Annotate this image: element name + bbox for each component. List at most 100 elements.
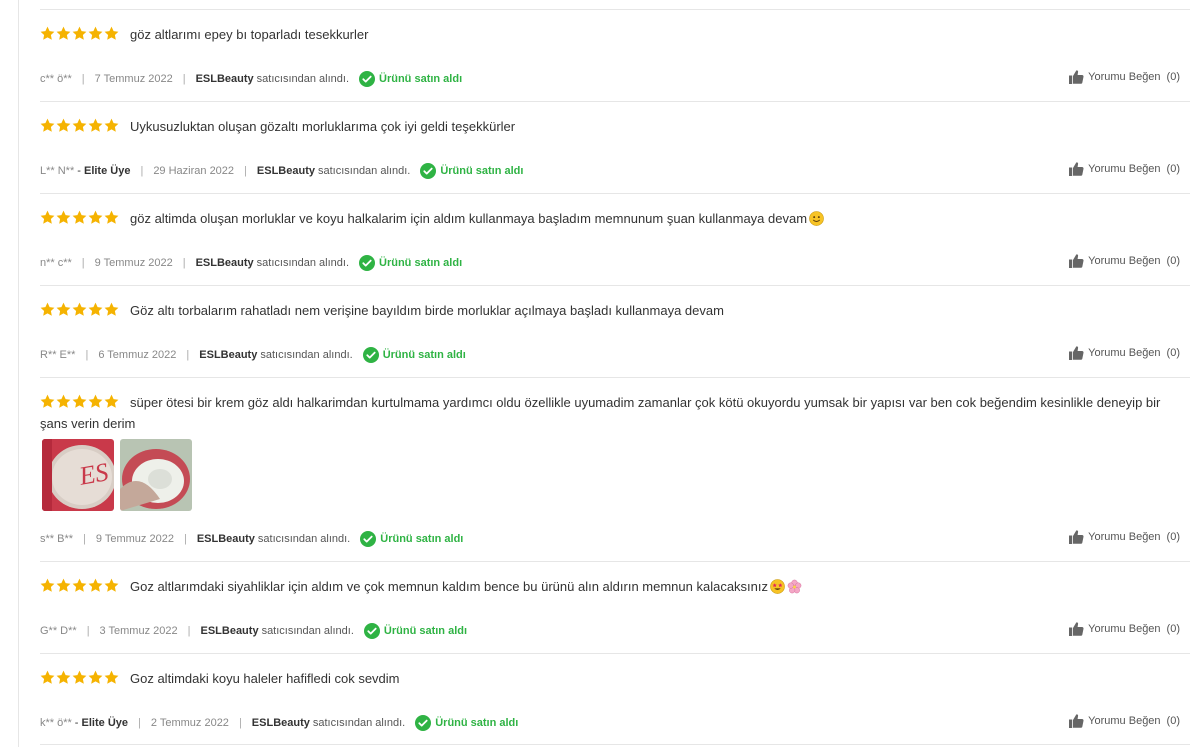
star-icon (40, 118, 55, 133)
verified-purchase-label: Ürünü satın aldı (380, 533, 464, 545)
like-review-button[interactable]: Yorumu Beğen (0) (1069, 162, 1180, 176)
star-icon (72, 578, 87, 593)
verified-purchase-badge: Ürünü satın aldı (362, 347, 466, 363)
like-review-label: Yorumu Beğen (1088, 71, 1161, 83)
verified-purchase-label: Ürünü satın aldı (383, 625, 468, 637)
seller-name[interactable]: ESLBeauty (196, 73, 254, 85)
star-icon (56, 210, 71, 225)
thumbs-up-icon (1069, 714, 1084, 728)
meta-separator: | (182, 257, 186, 269)
review-meta: R** E** | 6 Temmuz 2022 | ESLBeauty satıcısın… (40, 347, 466, 363)
review-comment-text: Uykusuzluktan oluşan gözaltı morluklarım… (130, 119, 516, 134)
review-comment-text: süper ötesi bir krem göz aldı halkarimda… (40, 395, 1161, 431)
rating-stars (40, 118, 119, 133)
seller-name[interactable]: ESLBeauty (252, 717, 310, 729)
seller-name[interactable]: ESLBeauty (200, 625, 258, 637)
like-count: (0) (1166, 531, 1180, 543)
star-icon (56, 118, 71, 133)
thumbs-up-icon (1069, 254, 1084, 268)
cherry-blossom-emoji (787, 579, 802, 594)
like-review-button[interactable]: Yorumu Beğen (0) (1069, 346, 1180, 360)
review-date: 29 Haziran 2022 (153, 165, 235, 177)
like-review-button[interactable]: Yorumu Beğen (0) (1069, 70, 1180, 84)
like-review-button[interactable]: Yorumu Beğen (0) (1069, 254, 1180, 268)
star-icon (40, 670, 55, 685)
review-date: 3 Temmuz 2022 (99, 625, 178, 637)
reviewer-name: R** E** (40, 349, 76, 361)
review-comment: süper ötesi bir krem göz aldı halkarimda… (40, 392, 1180, 434)
smiling-face-emoji (809, 211, 824, 226)
like-count: (0) (1166, 623, 1180, 635)
seller-name[interactable]: ESLBeauty (257, 165, 315, 177)
reviewer-name: s** B** (40, 533, 74, 545)
review-date: 6 Temmuz 2022 (98, 349, 177, 361)
meta-separator: | (140, 165, 144, 177)
review-comment: Goz altimdaki koyu haleler hafifledi cok… (130, 668, 1180, 689)
star-icon (104, 210, 119, 225)
review-item: Uykusuzluktan oluşan gözaltı morluklarım… (40, 101, 1190, 193)
seller-suffix: satıcısından alındı. (317, 165, 411, 177)
meta-separator: | (238, 717, 242, 729)
thumbs-up-icon (1069, 70, 1084, 84)
like-review-button[interactable]: Yorumu Beğen (0) (1069, 714, 1180, 728)
seller-suffix: satıcısından alındı. (312, 717, 406, 729)
review-item: göz altimda oluşan morluklar ve koyu hal… (40, 193, 1190, 285)
reviewer-name: L** N** (40, 165, 75, 177)
star-icon (88, 670, 103, 685)
rating-stars (40, 578, 119, 593)
seller-suffix: satıcısından alındı. (256, 257, 350, 269)
check-circle-icon (359, 71, 376, 87)
review-comment-text: Göz altı torbalarım rahatladı nem verişi… (130, 303, 724, 318)
review-meta: s** B** | 9 Temmuz 2022 | ESLBeauty satıcısın… (40, 531, 463, 547)
meta-separator: | (182, 73, 186, 85)
star-icon (40, 578, 55, 593)
elite-member-badge: Elite Üye (77, 165, 130, 177)
seller-name[interactable]: ESLBeauty (196, 257, 254, 269)
thumbs-up-icon (1069, 530, 1084, 544)
check-circle-icon (415, 715, 432, 731)
star-icon (56, 578, 71, 593)
star-icon (72, 118, 87, 133)
thumbs-up-icon (1069, 162, 1084, 176)
meta-separator: | (86, 625, 90, 637)
verified-purchase-label: Ürünü satın aldı (440, 165, 524, 177)
star-icon (56, 26, 71, 41)
star-icon (104, 26, 119, 41)
meta-separator: | (183, 533, 187, 545)
review-item: Goz altlarımdaki siyahliklar için aldım … (40, 561, 1190, 653)
verified-purchase-badge: Ürünü satın aldı (420, 163, 523, 179)
reviewer-name: k** ö** (40, 717, 72, 729)
review-meta: c** ö** | 7 Temmuz 2022 | ESLBeauty satıcısın… (40, 71, 462, 87)
star-icon (56, 670, 71, 685)
like-review-label: Yorumu Beğen (1088, 623, 1161, 635)
meta-separator: | (244, 165, 247, 177)
review-date: 9 Temmuz 2022 (95, 533, 174, 545)
like-review-button[interactable]: Yorumu Beğen (0) (1069, 622, 1180, 636)
meta-separator: | (186, 349, 190, 361)
like-review-label: Yorumu Beğen (1088, 531, 1161, 543)
review-date: 9 Temmuz 2022 (94, 257, 173, 269)
verified-purchase-label: Ürünü satın aldı (382, 349, 466, 361)
like-review-label: Yorumu Beğen (1088, 163, 1161, 175)
product-jar-lid-photo[interactable]: ES (42, 439, 114, 511)
like-review-button[interactable]: Yorumu Beğen (0) (1069, 530, 1180, 544)
meta-separator: | (81, 73, 85, 85)
meta-separator: | (85, 349, 89, 361)
product-cream-photo[interactable] (120, 439, 192, 511)
seller-name[interactable]: ESLBeauty (197, 533, 255, 545)
star-icon (72, 302, 87, 317)
star-icon (104, 302, 119, 317)
check-circle-icon (363, 623, 380, 639)
review-photos: ES (42, 439, 192, 511)
elite-member-badge: Elite Üye (75, 717, 128, 729)
verified-purchase-badge: Ürünü satın aldı (415, 715, 518, 731)
like-review-label: Yorumu Beğen (1088, 347, 1161, 359)
star-icon (72, 26, 87, 41)
star-icon (104, 118, 119, 133)
like-count: (0) (1166, 163, 1180, 175)
rating-stars (40, 26, 119, 41)
seller-name[interactable]: ESLBeauty (199, 349, 257, 361)
check-circle-icon (359, 255, 376, 271)
star-icon (72, 210, 87, 225)
review-comment-text: göz altimda oluşan morluklar ve koyu hal… (130, 211, 808, 226)
